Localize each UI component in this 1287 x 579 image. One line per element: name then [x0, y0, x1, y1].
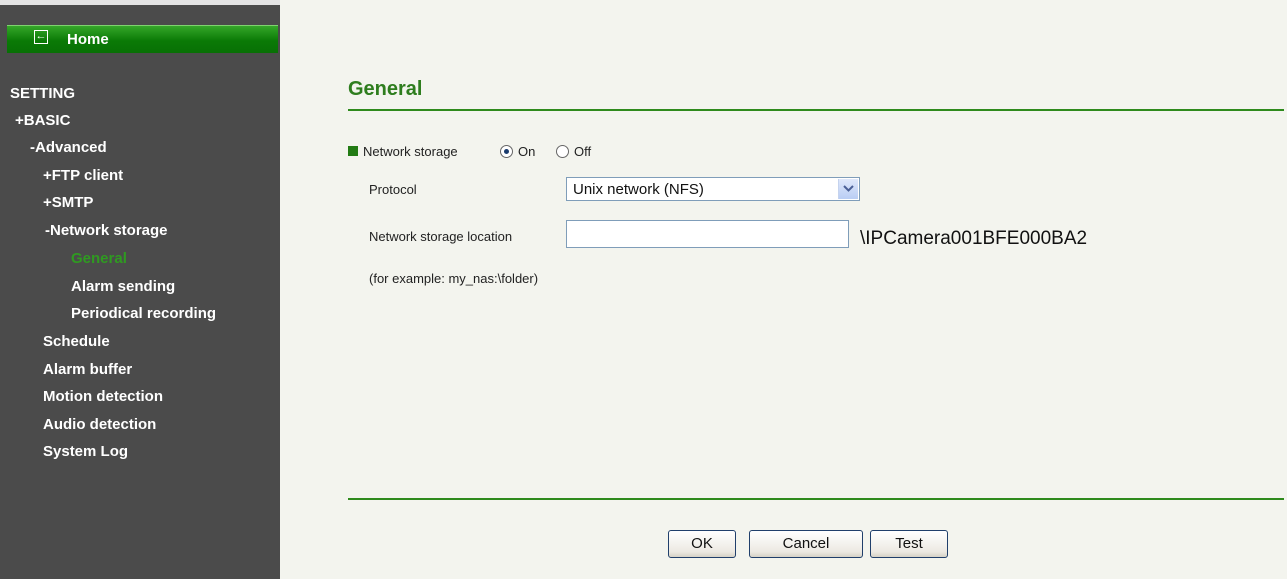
- sidebar: ← Home SETTING +BASIC -Advanced +FTP cli…: [0, 0, 280, 579]
- sidebar-item-schedule[interactable]: Schedule: [43, 333, 110, 350]
- test-button[interactable]: Test: [870, 530, 948, 558]
- network-storage-on-label[interactable]: On: [518, 144, 535, 159]
- example-hint: (for example: my_nas:\folder): [369, 271, 539, 286]
- network-storage-location-input[interactable]: [566, 220, 849, 248]
- sidebar-item-motion-detection[interactable]: Motion detection: [43, 388, 163, 405]
- location-path-suffix: \IPCamera001BFE000BA2: [860, 228, 1088, 249]
- radio-selected-dot: [504, 149, 509, 154]
- section-bullet-icon: [348, 146, 358, 156]
- sidebar-item-advanced[interactable]: -Advanced: [30, 139, 107, 156]
- sidebar-item-audio-detection[interactable]: Audio detection: [43, 416, 156, 433]
- protocol-label: Protocol: [369, 182, 417, 197]
- cancel-button[interactable]: Cancel: [749, 530, 863, 558]
- page-title: General: [348, 78, 423, 100]
- sidebar-item-system-log[interactable]: System Log: [43, 443, 128, 460]
- sidebar-item-basic[interactable]: +BASIC: [15, 112, 70, 129]
- title-divider: [348, 109, 1284, 111]
- network-storage-location-label: Network storage location: [369, 229, 513, 244]
- network-storage-off-radio[interactable]: [556, 145, 569, 158]
- sidebar-item-network-storage[interactable]: -Network storage: [45, 222, 168, 239]
- sidebar-item-periodical-recording[interactable]: Periodical recording: [71, 305, 216, 322]
- chevron-down-icon[interactable]: [838, 179, 858, 199]
- home-link[interactable]: ← Home: [7, 25, 278, 53]
- main-content: General Network storage On Off Protocol …: [280, 0, 1287, 579]
- network-storage-off-label[interactable]: Off: [574, 144, 591, 159]
- sidebar-item-general[interactable]: General: [71, 250, 127, 267]
- bottom-divider: [348, 498, 1284, 500]
- sidebar-item-alarm-buffer[interactable]: Alarm buffer: [43, 361, 132, 378]
- sidebar-item-alarm-sending[interactable]: Alarm sending: [71, 278, 175, 295]
- network-storage-on-radio[interactable]: [500, 145, 513, 158]
- sidebar-item-ftp-client[interactable]: +FTP client: [43, 167, 123, 184]
- home-label: Home: [67, 31, 109, 48]
- setting-heading: SETTING: [10, 85, 76, 102]
- protocol-selected-value: Unix network (NFS): [573, 181, 704, 198]
- protocol-select[interactable]: Unix network (NFS): [566, 177, 860, 201]
- sidebar-item-smtp[interactable]: +SMTP: [43, 194, 93, 211]
- network-storage-label: Network storage: [363, 144, 458, 159]
- ok-button[interactable]: OK: [668, 530, 736, 558]
- back-arrow-icon: ←: [34, 30, 48, 44]
